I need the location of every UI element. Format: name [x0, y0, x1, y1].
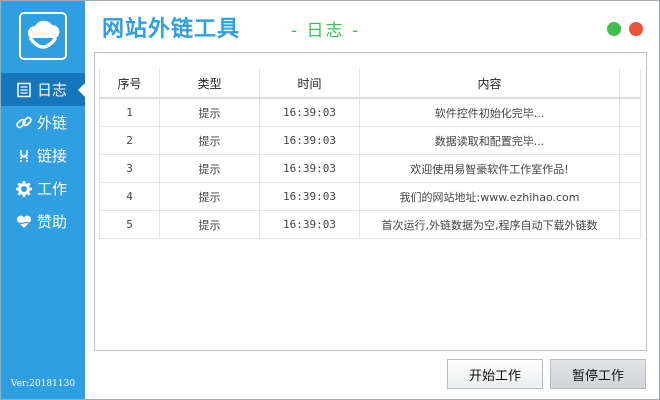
row-index: 4: [99, 182, 160, 211]
sidebar-item-sponsor[interactable]: 赞助: [1, 205, 85, 238]
sidebar-nav: 日志 外链 链接 工作 赞助: [1, 73, 85, 238]
table-row[interactable]: 4 提示 16:39:03 我们的网站地址:www.ezhihao.com: [99, 182, 641, 211]
sidebar-item-chain[interactable]: 链接: [1, 139, 85, 172]
cloud-smile-icon: [27, 20, 60, 49]
sidebar-item-label: 工作: [37, 180, 68, 198]
row-type: 提示: [159, 210, 260, 239]
sidebar-item-label: 链接: [37, 147, 68, 165]
minimize-button[interactable]: [607, 22, 621, 36]
row-content: 数据读取和配置完毕...: [359, 126, 620, 155]
row-time: 16:39:03: [259, 98, 360, 127]
row-type: 提示: [159, 154, 260, 183]
app-window: 日志 外链 链接 工作 赞助 Ver:20181130 网站外链工具 - 日志 …: [0, 0, 660, 400]
table-row[interactable]: 3 提示 16:39:03 欢迎使用易智豪软件工作室作品!: [99, 154, 641, 183]
link-icon: [14, 113, 34, 133]
start-work-button[interactable]: 开始工作: [447, 359, 543, 389]
column-header[interactable]: 类型: [159, 69, 260, 99]
table-row[interactable]: 1 提示 16:39:03 软件控件初始化完毕...: [99, 98, 641, 127]
table-row[interactable]: 5 提示 16:39:03 首次运行,外链数据为空,程序自动下载外链数: [99, 210, 641, 239]
app-title: 网站外链工具: [102, 17, 241, 42]
row-filler: [619, 126, 641, 155]
version-label: Ver:20181130: [10, 379, 76, 389]
app-logo: [19, 12, 67, 60]
column-header[interactable]: 序号: [99, 69, 160, 99]
row-index: 3: [99, 154, 160, 183]
sidebar-item-label: 日志: [37, 81, 68, 99]
row-time: 16:39:03: [259, 126, 360, 155]
pause-work-button[interactable]: 暂停工作: [550, 359, 646, 389]
table-header: 序号 类型 时间 内容: [99, 69, 641, 99]
sidebar: 日志 外链 链接 工作 赞助 Ver:20181130: [1, 1, 85, 399]
row-filler: [619, 182, 641, 211]
row-content: 软件控件初始化完毕...: [359, 98, 620, 127]
sidebar-item-work[interactable]: 工作: [1, 172, 85, 205]
row-filler: [619, 210, 641, 239]
heart-hand-icon: [14, 212, 34, 232]
column-header[interactable]: 时间: [259, 69, 360, 99]
row-type: 提示: [159, 98, 260, 127]
row-time: 16:39:03: [259, 210, 360, 239]
active-indicator: [78, 83, 85, 97]
sidebar-item-log[interactable]: 日志: [1, 73, 85, 106]
log-icon: [14, 80, 34, 100]
row-filler: [619, 154, 641, 183]
row-content: 我们的网站地址:www.ezhihao.com: [359, 182, 620, 211]
sidebar-item-links[interactable]: 外链: [1, 106, 85, 139]
row-filler: [619, 98, 641, 127]
page-subtitle: - 日志 -: [291, 21, 361, 41]
row-type: 提示: [159, 182, 260, 211]
row-index: 2: [99, 126, 160, 155]
row-time: 16:39:03: [259, 154, 360, 183]
sidebar-item-label: 外链: [37, 114, 68, 132]
row-index: 1: [99, 98, 160, 127]
sidebar-item-label: 赞助: [37, 213, 68, 231]
log-table: 序号 类型 时间 内容 1 提示 16:39:03 软件控件初始化完毕... 2: [99, 69, 641, 239]
chain-icon: [14, 146, 34, 166]
column-header-filler: [619, 69, 641, 99]
log-panel: 序号 类型 时间 内容 1 提示 16:39:03 软件控件初始化完毕... 2: [94, 52, 647, 351]
row-time: 16:39:03: [259, 182, 360, 211]
row-content: 首次运行,外链数据为空,程序自动下载外链数: [359, 210, 620, 239]
row-index: 5: [99, 210, 160, 239]
gear-icon: [14, 179, 34, 199]
row-content: 欢迎使用易智豪软件工作室作品!: [359, 154, 620, 183]
column-header[interactable]: 内容: [359, 69, 620, 99]
row-type: 提示: [159, 126, 260, 155]
close-button[interactable]: [629, 22, 643, 36]
table-row[interactable]: 2 提示 16:39:03 数据读取和配置完毕...: [99, 126, 641, 155]
